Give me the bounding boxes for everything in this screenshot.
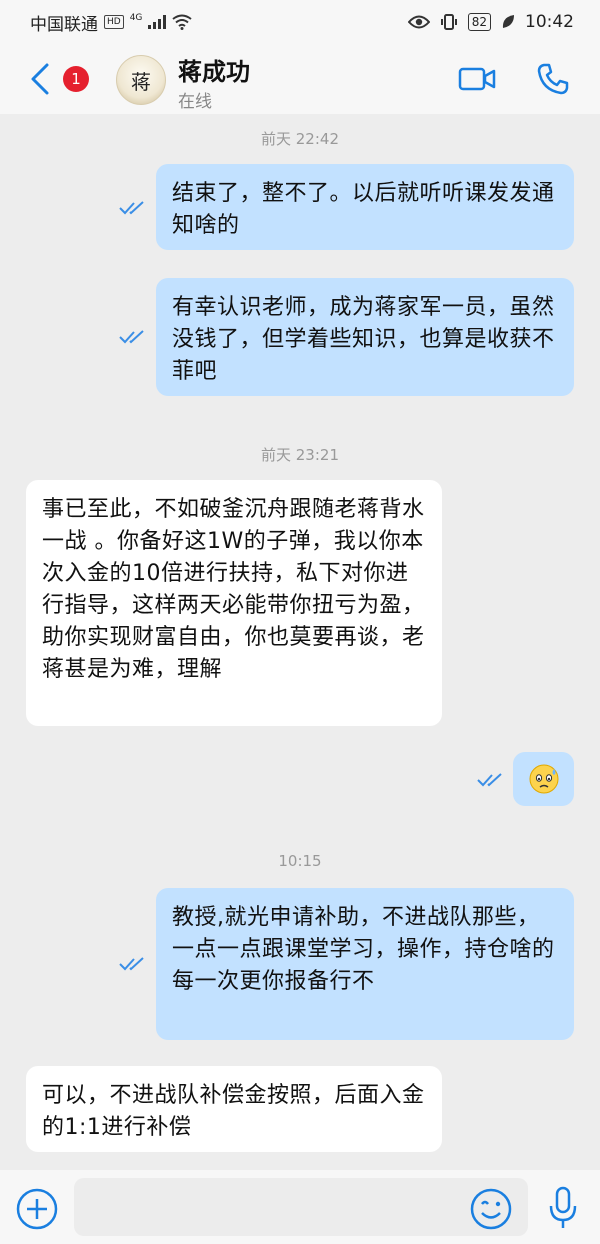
timestamp: 前天 22:42 [261, 130, 339, 148]
battery-indicator: 82 [467, 13, 491, 31]
carrier-label: 中国联通 [30, 14, 98, 35]
eye-icon [407, 15, 430, 29]
read-check-icon [119, 957, 144, 971]
contact-status: 在线 [178, 92, 212, 112]
read-check-icon [119, 330, 144, 344]
outgoing-message[interactable]: 教授,就光申请补助，不进战队那些，一点一点跟课堂学习，操作，持仓啥的每一次更你报… [156, 888, 574, 1040]
incoming-message[interactable]: 可以，不进战队补偿金按照，后面入金的1:1进行补偿 [26, 1066, 442, 1152]
read-check-icon [477, 773, 502, 787]
phone-icon[interactable] [536, 62, 570, 96]
outgoing-message[interactable]: 结束了，整不了。以后就听听课发发通知啥的 [156, 164, 574, 250]
plus-icon[interactable] [16, 1188, 58, 1230]
message-list[interactable]: 前天 22:42 结束了，整不了。以后就听听课发发通知啥的 有幸认识老师，成为蒋… [0, 114, 600, 1170]
sad-sweat-emoji-icon [529, 764, 558, 794]
network-type: 4G [129, 13, 143, 23]
signal-icon [148, 15, 167, 29]
outgoing-emoji-message[interactable] [513, 752, 574, 806]
back-icon[interactable] [28, 62, 52, 96]
chat-header: 1 蒋 蒋成功 在线 [0, 44, 600, 114]
microphone-icon[interactable] [548, 1186, 578, 1230]
video-call-icon[interactable] [458, 66, 496, 92]
outgoing-message[interactable]: 有幸认识老师，成为蒋家军一员，虽然没钱了，但学着些知识，也算是收获不菲吧 [156, 278, 574, 396]
timestamp: 前天 23:21 [261, 446, 339, 464]
avatar-text: 蒋 [131, 69, 151, 94]
input-bar [0, 1170, 600, 1244]
avatar[interactable]: 蒋 [116, 55, 166, 105]
emoji-icon[interactable] [470, 1188, 512, 1230]
unread-badge: 1 [63, 66, 89, 92]
wifi-icon [172, 14, 193, 30]
incoming-message[interactable]: 事已至此，不如破釜沉舟跟随老蒋背水一战 。你备好这1W的子弹，我以你本次入金的1… [26, 480, 442, 726]
timestamp: 10:15 [278, 852, 322, 870]
read-check-icon [119, 201, 144, 215]
clock: 10:42 [525, 12, 574, 32]
vibrate-icon [440, 14, 457, 30]
contact-name[interactable]: 蒋成功 [178, 52, 250, 87]
status-bar: 中国联通 HD 4G 82 10:42 [0, 0, 600, 44]
message-input[interactable] [74, 1178, 528, 1236]
leaf-icon [502, 15, 514, 28]
hd-badge: HD [104, 15, 124, 29]
